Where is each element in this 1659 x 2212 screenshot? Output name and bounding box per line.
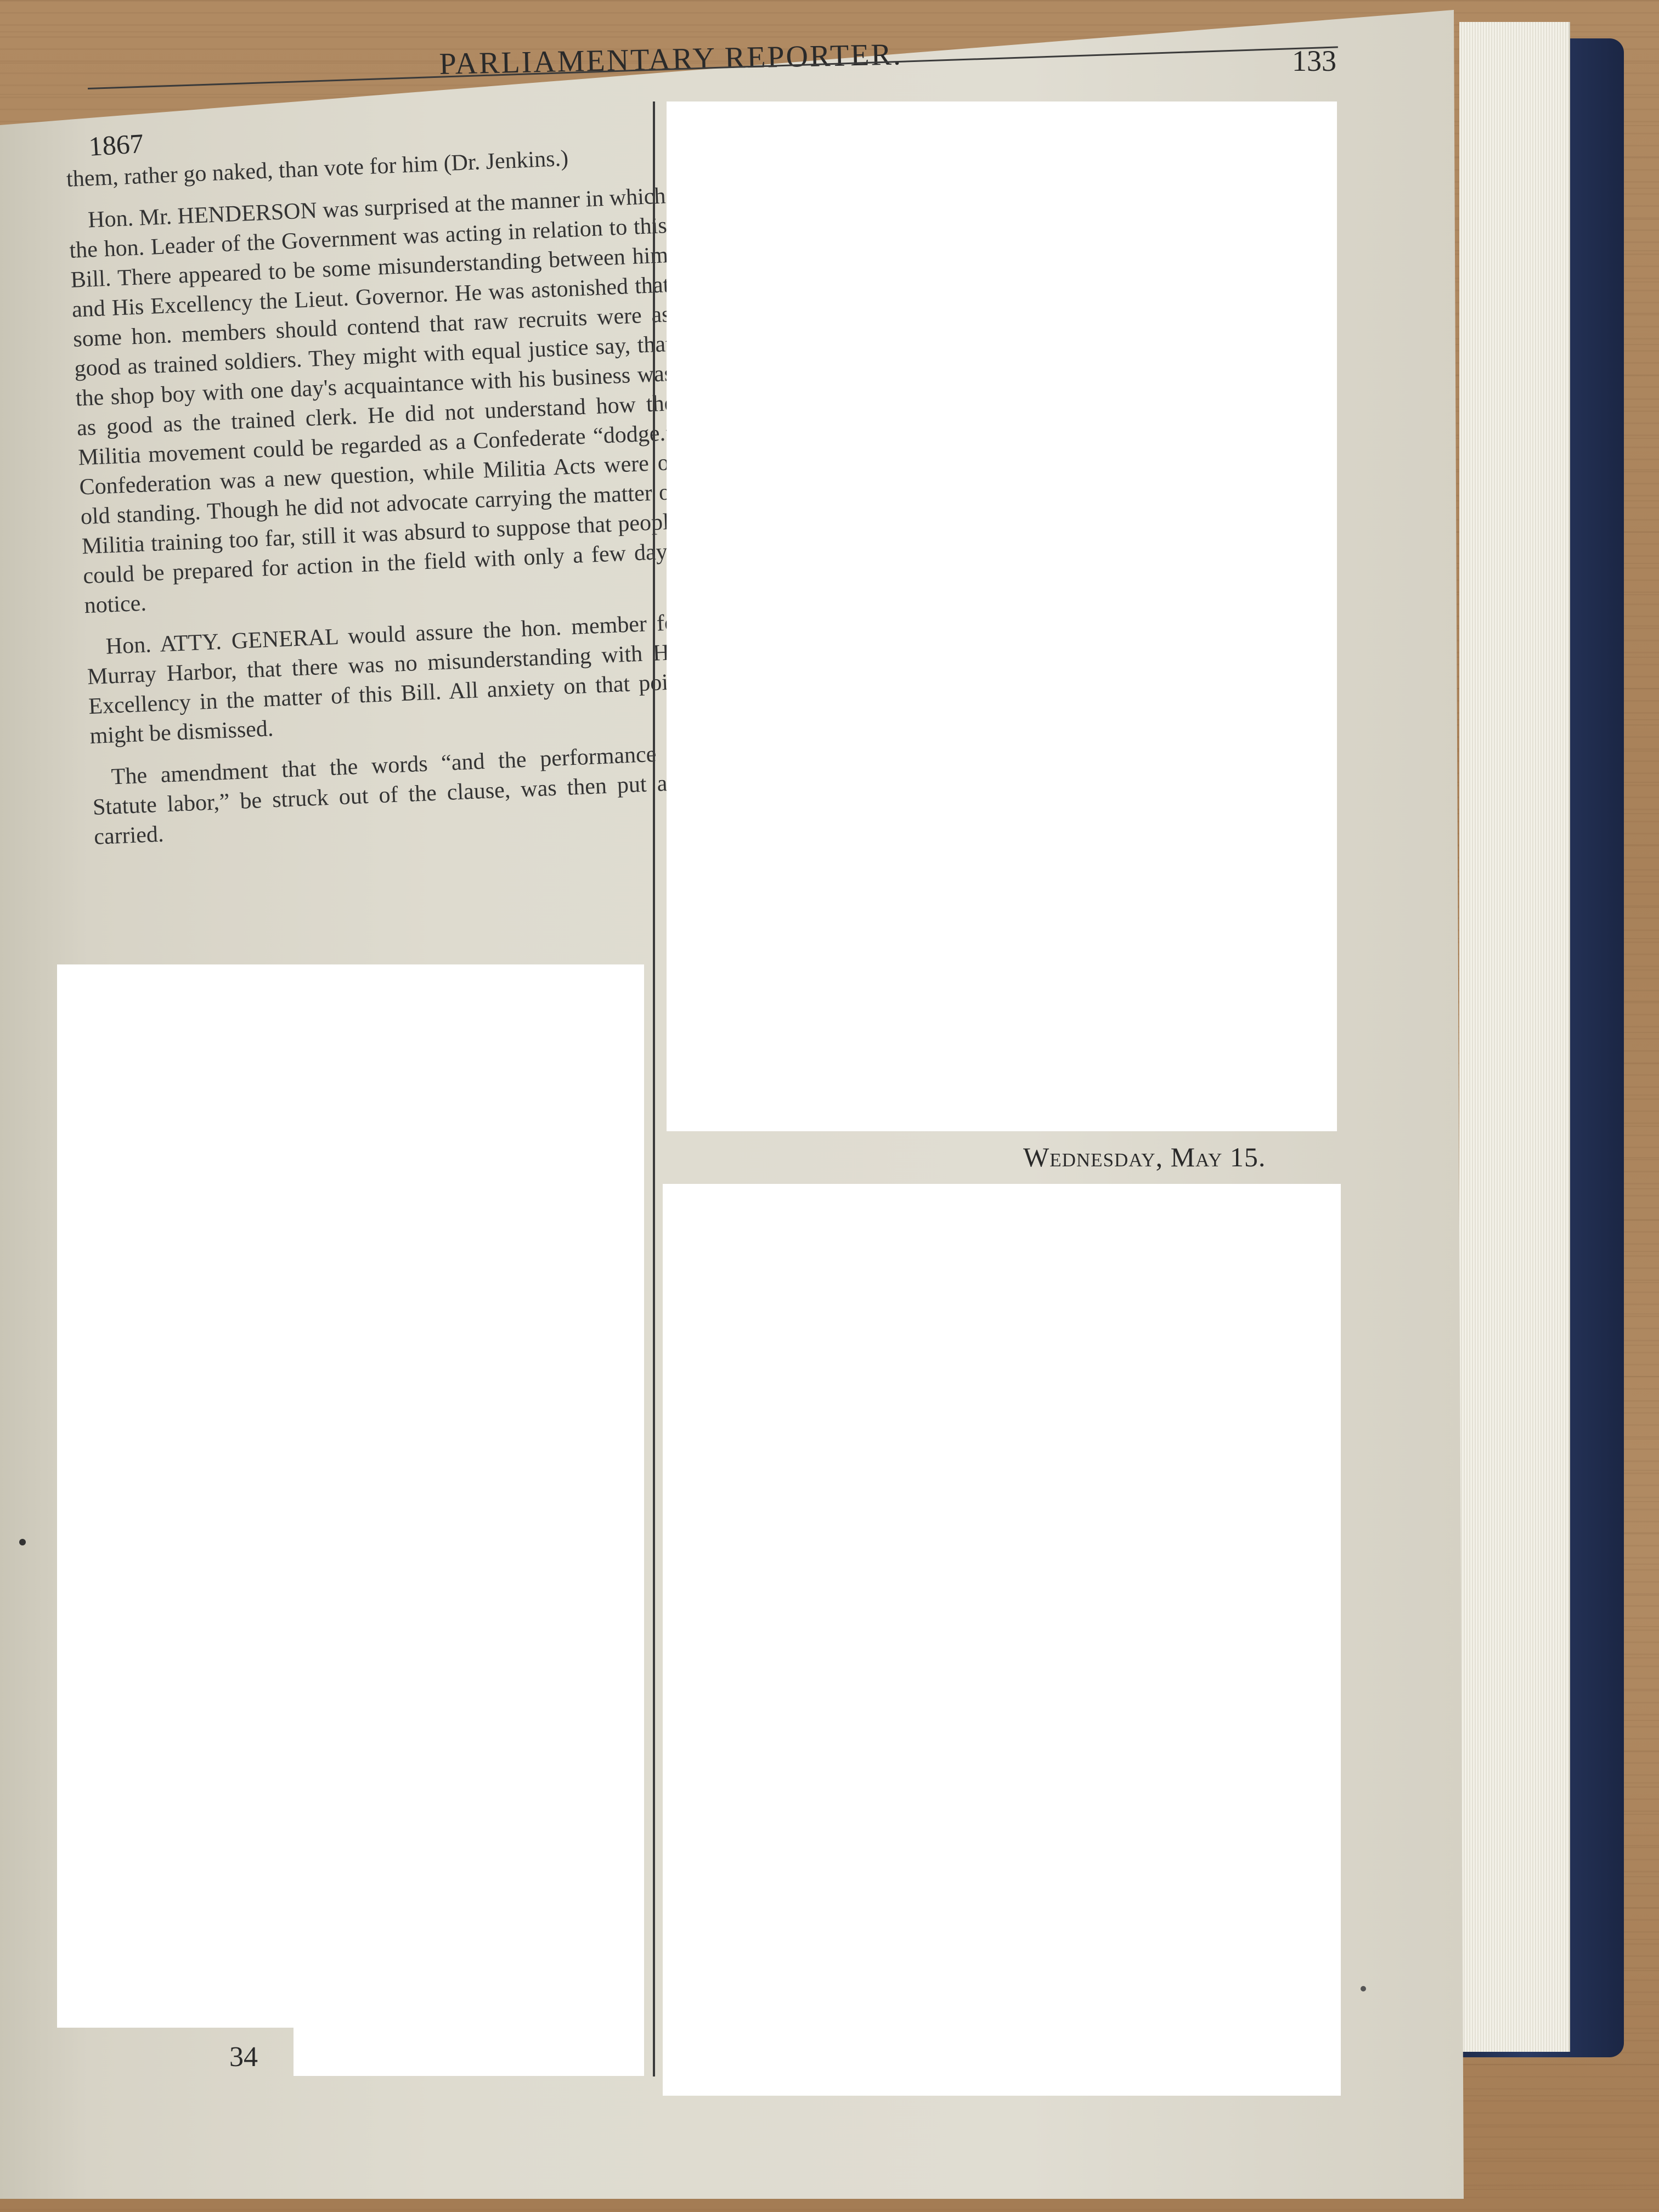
paragraph-amendment: The amendment that the words “and the pe… xyxy=(92,740,691,850)
page-speck xyxy=(19,1539,26,1545)
column-divider xyxy=(653,101,655,2076)
redaction-block-left xyxy=(57,964,644,2028)
signature-mark: 34 xyxy=(229,2041,258,2073)
year-label: 1867 xyxy=(88,127,145,162)
left-text-column: them, rather go naked, than vote for him… xyxy=(66,139,692,864)
redaction-block-right-bottom xyxy=(663,1184,1341,2096)
date-heading: Wednesday, May 15. xyxy=(1023,1142,1266,1172)
page-speck xyxy=(1361,1986,1366,1991)
redaction-block-right-top xyxy=(667,101,1337,1131)
paragraph-henderson: Hon. Mr. HENDERSON was surprised at the … xyxy=(69,183,681,619)
page-edges xyxy=(1459,22,1570,2052)
redaction-block-left-foot xyxy=(294,2024,644,2076)
paragraph-atty-general: Hon. ATTY. GENERAL would assure the hon.… xyxy=(87,610,687,749)
